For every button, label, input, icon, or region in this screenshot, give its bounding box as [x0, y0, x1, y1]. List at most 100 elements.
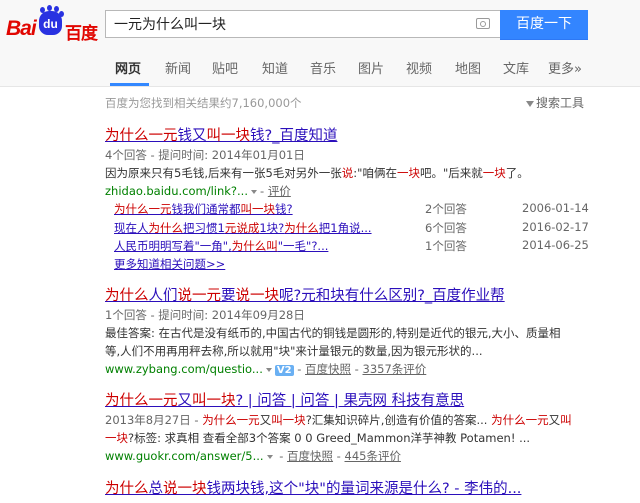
snippet-part: 吧。"后来就: [419, 166, 483, 180]
search-button[interactable]: 百度一下: [500, 10, 588, 40]
snippet-part: 一块: [105, 431, 128, 445]
sub-part: 现在人: [114, 221, 149, 235]
title-part: 钱又: [177, 128, 207, 144]
tab-map[interactable]: 地图: [455, 58, 481, 77]
logo-latin-text: Bai: [6, 17, 37, 40]
sub-part: 元说成: [224, 221, 260, 235]
title-part: 钱?_百度知道: [250, 128, 338, 144]
tab-wenku[interactable]: 文库: [503, 58, 529, 77]
snippet-part: 一块: [396, 166, 420, 180]
filter-icon: [526, 100, 534, 107]
snippet-part: 了。: [505, 166, 529, 180]
result-2-snippet-line-2: 等,人们不用再用秤去称,所以就用"块"来计量银元的数量,因为银元形状的...: [105, 344, 483, 358]
title-part: ? | 问答 | 问答 | 果壳网 科技有意思: [235, 393, 465, 409]
logo-cn-text: 百度: [65, 24, 98, 44]
title-part: 为什么一元: [105, 128, 178, 144]
reviews-link[interactable]: 3357条评价: [363, 362, 427, 376]
title-part: 钱两块钱,这个"块"的量词来源是什么? - 李伟的...: [206, 481, 522, 497]
result-3-url[interactable]: www.guokr.com/answer/5...: [105, 449, 264, 463]
snippet-part: 叫一块: [271, 413, 306, 427]
snippet-part: :"咱俩在: [353, 166, 397, 180]
dropdown-caret-icon[interactable]: [251, 189, 257, 194]
title-part: 为什么: [105, 288, 149, 304]
snippet-part: 因为原来只有5毛钱,后来有一张5毛对另外一张: [105, 166, 342, 180]
snippet-part: 2013年8月27日 -: [105, 413, 203, 427]
sub-question-2-count: 6个回答: [425, 221, 467, 235]
active-tab-indicator: [110, 83, 149, 86]
title-part: 总: [148, 481, 164, 497]
title-part: 说一块: [235, 288, 280, 304]
snippet-part: ?标签: 求真相 查看全部3个答案 0 0 Greed_Mammon洋芋神教 P…: [128, 431, 531, 445]
search-input[interactable]: [114, 14, 464, 34]
title-part: 要: [221, 288, 236, 304]
snippet-part: 为什么一元: [202, 413, 260, 427]
title-part: 叫一块: [192, 393, 236, 409]
v2-badge-icon: V2: [274, 365, 294, 376]
sub-part: 把1角说...: [318, 221, 372, 235]
search-tools-button[interactable]: 搜索工具: [526, 94, 584, 111]
title-part: 为什么: [105, 481, 149, 497]
sub-part: 把习惯1: [183, 221, 225, 235]
title-part: 人们: [148, 288, 178, 304]
result-3-url-row: www.guokr.com/answer/5... - 百度快照 - 445条评…: [105, 449, 401, 463]
title-part: 为什么一元: [105, 393, 178, 409]
sub-question-2-date: 2016-02-17: [522, 220, 589, 234]
result-2-snippet-line-1: 最佳答案: 在古代是没有纸币的,中国古代的铜钱是圆形的,特别是近代的银元,大小、…: [105, 326, 561, 340]
search-box[interactable]: [105, 10, 501, 38]
tab-images[interactable]: 图片: [358, 58, 384, 77]
result-2-url[interactable]: www.zybang.com/questio...: [105, 362, 263, 376]
sub-part: 人民币明明写着"一角",: [114, 239, 232, 253]
baidu-logo[interactable]: Bai du 百度: [6, 5, 98, 44]
sub-part: 为什么: [284, 221, 319, 235]
snapshot-link[interactable]: 百度快照: [305, 362, 351, 376]
sub-part: 为什么: [148, 221, 184, 235]
tab-more[interactable]: 更多»: [548, 58, 582, 77]
title-part: 呢?元和块有什么区别?_百度作业帮: [279, 288, 505, 304]
evaluate-link[interactable]: 评价: [268, 184, 291, 198]
result-1-meta: 4个回答 - 提问时间: 2014年01月01日: [105, 148, 305, 162]
dropdown-caret-icon[interactable]: [266, 454, 273, 459]
snippet-part: 又: [548, 413, 561, 427]
title-part: 叫一块: [206, 128, 251, 144]
sub-part: "一毛"?...: [277, 239, 329, 253]
title-part: 又: [177, 393, 193, 409]
dropdown-caret-icon[interactable]: [265, 367, 272, 372]
reviews-link[interactable]: 445条评价: [345, 449, 401, 463]
result-2-meta: 1个回答 - 提问时间: 2014年09月28日: [105, 308, 305, 322]
snippet-part: 说: [341, 166, 354, 180]
tab-tieba[interactable]: 贴吧: [212, 58, 238, 77]
sub-question-3-count: 1个回答: [425, 239, 467, 253]
tab-music[interactable]: 音乐: [310, 58, 336, 77]
result-1-url[interactable]: zhidao.baidu.com/link?...: [105, 184, 248, 198]
result-3-title[interactable]: 为什么一元又叫一块? | 问答 | 问答 | 果壳网 科技有意思: [105, 389, 464, 410]
tab-news[interactable]: 新闻: [165, 58, 191, 77]
logo-paw-text: du: [39, 11, 62, 35]
title-part: 说一块: [163, 481, 207, 497]
sub-question-1-date: 2006-01-14: [522, 201, 589, 215]
result-1-url-row: zhidao.baidu.com/link?... - 评价: [105, 184, 291, 198]
sub-part: 钱我们通常都: [171, 202, 241, 216]
tab-video[interactable]: 视频: [406, 58, 432, 77]
result-2-title[interactable]: 为什么人们说一元要说一块呢?元和块有什么区别?_百度作业帮: [105, 284, 505, 305]
result-stats: 百度为您找到相关结果约7,160,000个: [105, 96, 302, 110]
snapshot-link[interactable]: 百度快照: [287, 449, 333, 463]
tab-web[interactable]: 网页: [115, 58, 141, 77]
sub-part: 钱?: [275, 202, 293, 216]
more-questions-link[interactable]: 更多知道相关问题>>: [114, 256, 225, 272]
sub-question-1[interactable]: 为什么一元钱我们通常都叫一块钱?: [114, 201, 293, 217]
result-1-title[interactable]: 为什么一元钱又叫一块钱?_百度知道: [105, 124, 337, 145]
sub-part: 为什么叫: [231, 239, 278, 253]
tab-zhidao[interactable]: 知道: [262, 58, 288, 77]
sub-question-1-count: 2个回答: [425, 202, 467, 216]
sub-part: 叫一块: [240, 202, 276, 216]
snippet-part: ?汇集知识碎片,创造有价值的答案...: [305, 413, 492, 427]
title-part: 说一元: [177, 288, 222, 304]
sub-part: 1块?: [259, 221, 285, 235]
camera-icon[interactable]: [476, 18, 490, 29]
result-3-snippet-line-2: 一块?标签: 求真相 查看全部3个答案 0 0 Greed_Mammon洋芋神教…: [105, 430, 530, 446]
sub-question-3[interactable]: 人民币明明写着"一角",为什么叫"一毛"?...: [114, 238, 328, 254]
sub-part: 为什么一元: [114, 202, 172, 216]
snippet-part: 为什么一元: [491, 413, 549, 427]
result-4-title[interactable]: 为什么总说一块钱两块钱,这个"块"的量词来源是什么? - 李伟的...: [105, 477, 521, 498]
sub-question-2[interactable]: 现在人为什么把习惯1元说成1块?为什么把1角说...: [114, 220, 372, 236]
